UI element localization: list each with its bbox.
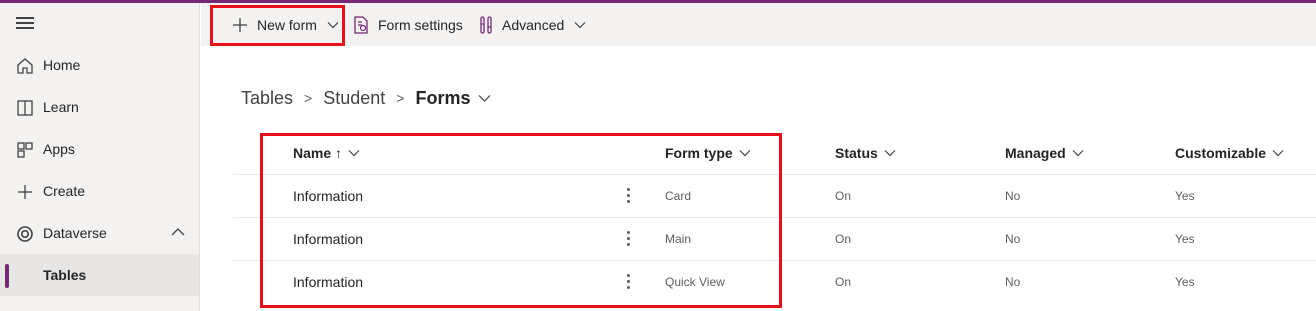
breadcrumb-student[interactable]: Student [323, 88, 385, 109]
nav-item-label: Create [43, 183, 86, 199]
chevron-down-icon [348, 150, 360, 157]
cell-status: On [835, 189, 852, 203]
more-options-icon[interactable] [627, 188, 631, 204]
command-bar: New form Form settings Advanced [201, 3, 1316, 46]
cell-status: On [835, 232, 852, 246]
cell-customizable: Yes [1175, 189, 1195, 203]
more-options-icon[interactable] [627, 231, 631, 247]
cell-status: On [835, 275, 852, 289]
plus-icon [233, 17, 247, 32]
cell-managed: No [1005, 232, 1021, 246]
chevron-down-icon [1072, 150, 1084, 157]
form-settings-icon [354, 15, 368, 34]
column-header-label: Form type [665, 145, 733, 161]
nav-item-home[interactable]: Home [0, 44, 199, 86]
nav-item-learn[interactable]: Learn [0, 86, 199, 128]
chevron-down-icon[interactable] [574, 21, 586, 29]
chevron-down-icon[interactable] [327, 21, 339, 29]
hamburger-menu-icon[interactable] [16, 17, 34, 29]
apps-icon [17, 142, 33, 158]
breadcrumb-tables[interactable]: Tables [241, 88, 293, 109]
plus-icon [18, 185, 32, 199]
cell-managed: No [1005, 189, 1021, 203]
column-header-label: Customizable [1175, 145, 1267, 161]
form-settings-button[interactable]: Form settings [353, 3, 463, 46]
cell-managed: No [1005, 275, 1021, 289]
nav-item-label: Dataverse [43, 225, 107, 241]
column-header-label: Name ↑ [293, 145, 343, 161]
cell-name[interactable]: Information [293, 175, 363, 217]
more-options-icon[interactable] [627, 274, 631, 290]
cell-name[interactable]: Information [293, 261, 363, 303]
nav-item-label: Home [43, 57, 81, 73]
advanced-button[interactable]: Advanced [479, 3, 586, 46]
chevron-down-icon [884, 150, 896, 157]
new-form-label: New form [257, 16, 317, 33]
chevron-down-icon [1272, 150, 1284, 157]
breadcrumb-forms: Forms [415, 87, 471, 108]
cell-name[interactable]: Information [293, 218, 363, 260]
nav-item-create[interactable]: Create [0, 170, 199, 212]
cell-form-type: Main [665, 232, 692, 246]
table-row[interactable]: Information Card On No Yes [233, 174, 1316, 217]
column-header-label: Status [835, 145, 878, 161]
table-row[interactable]: Information Main On No Yes [233, 217, 1316, 260]
column-header-label: Managed [1005, 145, 1066, 161]
cell-customizable: Yes [1175, 232, 1195, 246]
breadcrumb-separator: > [304, 90, 313, 106]
advanced-label: Advanced [502, 16, 565, 33]
cell-customizable: Yes [1175, 275, 1195, 289]
form-settings-label: Form settings [378, 16, 463, 33]
column-header-customizable[interactable]: Customizable [1175, 140, 1284, 166]
column-header-status[interactable]: Status [835, 140, 896, 166]
book-icon [17, 100, 33, 116]
left-navigation: Home Learn Apps Create Dataverse Tables [0, 3, 200, 311]
breadcrumb: Tables > Student > Forms [241, 86, 491, 110]
advanced-tools-icon [480, 15, 492, 34]
nav-item-label: Apps [43, 141, 75, 157]
nav-item-tables[interactable]: Tables [0, 254, 199, 296]
table-row[interactable]: Information Quick View On No Yes [233, 260, 1316, 303]
breadcrumb-separator: > [396, 90, 405, 106]
selection-indicator [5, 264, 9, 288]
nav-item-label: Learn [43, 99, 79, 115]
new-form-button[interactable]: New form [232, 3, 339, 46]
dataverse-icon [17, 226, 33, 242]
chevron-up-icon[interactable] [171, 227, 185, 237]
column-header-name[interactable]: Name ↑ [293, 140, 360, 166]
chevron-down-icon [739, 150, 751, 157]
cell-form-type: Quick View [665, 275, 725, 289]
cell-form-type: Card [665, 189, 692, 203]
home-icon [17, 58, 33, 74]
nav-item-apps[interactable]: Apps [0, 128, 199, 170]
nav-item-label: Tables [43, 267, 87, 283]
nav-item-dataverse[interactable]: Dataverse [0, 212, 199, 254]
column-header-managed[interactable]: Managed [1005, 140, 1084, 166]
chevron-down-icon[interactable] [478, 94, 491, 103]
column-header-form-type[interactable]: Form type [665, 140, 751, 166]
